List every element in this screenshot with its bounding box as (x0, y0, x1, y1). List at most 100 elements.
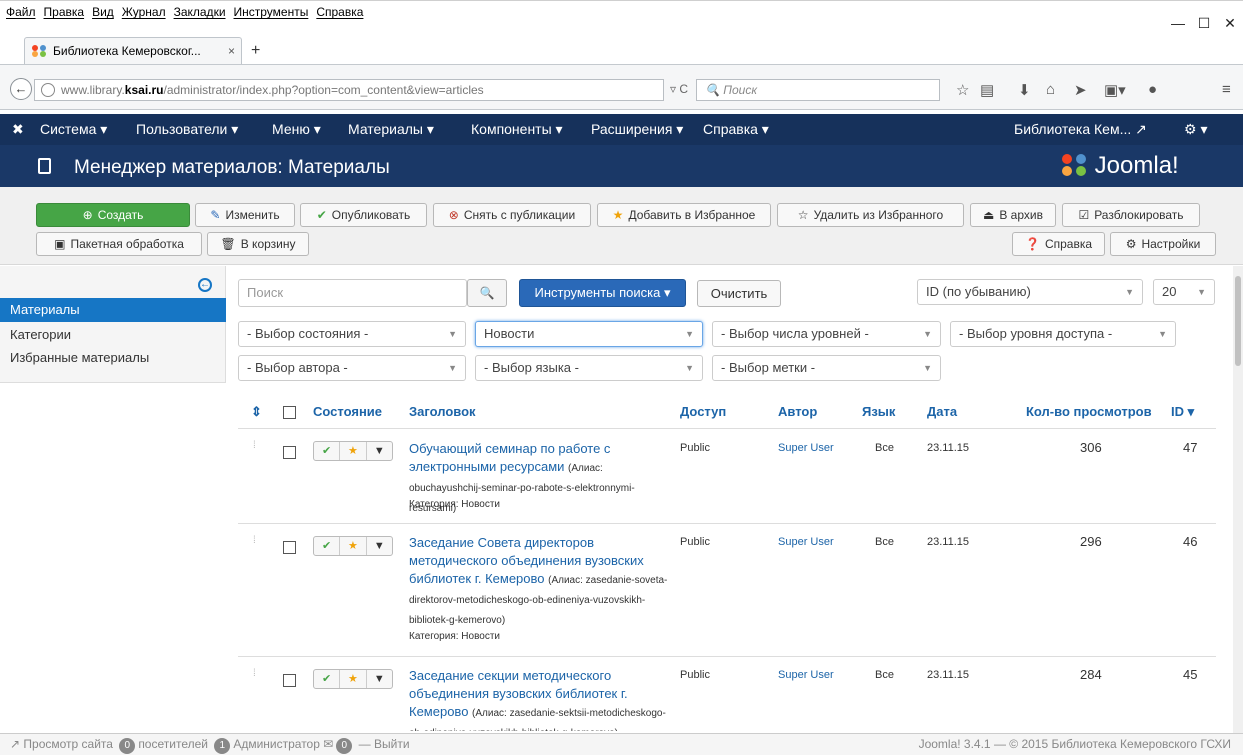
published-check-icon[interactable]: ✔ (314, 670, 341, 688)
tab-close-icon[interactable]: × (228, 44, 235, 58)
column-hits[interactable]: Кол-во просмотров (1026, 404, 1152, 419)
menu-file[interactable]: Файл (6, 5, 36, 19)
settings-gear-icon[interactable]: ⚙ ▾ (1184, 121, 1207, 138)
batch-button[interactable]: ▣ Пакетная обработка (36, 232, 202, 256)
minimize-button[interactable]: — (1168, 15, 1188, 31)
checkin-button[interactable]: ☑ Разблокировать (1062, 203, 1200, 227)
column-language[interactable]: Язык (862, 404, 895, 419)
ordering-select[interactable]: ID (по убыванию) ▼ (917, 279, 1143, 305)
featured-star-icon[interactable]: ★ (340, 670, 367, 688)
options-button[interactable]: ⚙ Настройки (1110, 232, 1216, 256)
browser-search-input[interactable]: 🔍 Поиск (696, 79, 940, 101)
column-id[interactable]: ID ▾ (1171, 404, 1194, 420)
addon-icon[interactable]: ▣▾ (1104, 81, 1126, 99)
row-checkbox[interactable] (283, 446, 296, 459)
column-author[interactable]: Автор (778, 404, 817, 419)
menu-tools[interactable]: Инструменты (234, 5, 309, 19)
menu-bookmarks[interactable]: Закладки (174, 5, 226, 19)
sidebar-item-categories[interactable]: Категории (0, 323, 226, 347)
published-check-icon[interactable]: ✔ (314, 537, 341, 555)
new-tab-button[interactable]: + (251, 42, 260, 60)
download-icon[interactable]: ⬇ (1018, 81, 1031, 99)
row-checkbox[interactable] (283, 674, 296, 687)
article-title-link[interactable]: Заседание секции методического объединен… (409, 667, 674, 731)
featured-star-icon[interactable]: ★ (340, 442, 367, 460)
author-filter[interactable]: - Выбор автора - ▼ (238, 355, 466, 381)
tag-filter[interactable]: - Выбор метки - ▼ (712, 355, 941, 381)
nav-help[interactable]: Справка ▾ (703, 121, 769, 138)
clear-button[interactable]: Очистить (697, 280, 781, 307)
menu-view[interactable]: Вид (92, 5, 114, 19)
view-site-link[interactable]: Просмотр сайта (23, 737, 113, 751)
create-label: Создать (97, 208, 144, 222)
collapse-sidebar-icon[interactable]: ← (198, 278, 212, 292)
language-filter[interactable]: - Выбор языка - ▼ (475, 355, 703, 381)
reading-list-icon[interactable]: ▤ (980, 81, 994, 99)
select-all-checkbox[interactable] (283, 406, 296, 419)
nav-components[interactable]: Компоненты ▾ (471, 121, 563, 138)
search-button[interactable]: 🔍 (467, 279, 507, 307)
help-button[interactable]: ❓ Справка (1012, 232, 1105, 256)
close-window-button[interactable]: ✕ (1220, 15, 1240, 32)
chat-icon[interactable]: ● (1148, 81, 1157, 98)
row-checkbox[interactable] (283, 541, 296, 554)
unpublish-button[interactable]: ⊗ Снять с публикации (433, 203, 591, 227)
publish-button[interactable]: ✔ Опубликовать (300, 203, 427, 227)
drag-handle-icon[interactable]: ⁞ (253, 536, 256, 551)
messages-badge[interactable]: 0 (336, 738, 353, 754)
feature-button[interactable]: ★ Добавить в Избранное (597, 203, 771, 227)
search-tools-button[interactable]: Инструменты поиска ▾ (519, 279, 686, 307)
nav-site-link[interactable]: Библиотека Кем... ↗ (1014, 121, 1147, 138)
column-access[interactable]: Доступ (680, 404, 726, 419)
limit-select[interactable]: 20 ▼ (1153, 279, 1215, 305)
row-actions-chevron-icon[interactable]: ▼ (367, 442, 392, 460)
joomla-icon[interactable]: ✖ (12, 121, 24, 138)
home-icon[interactable]: ⌂ (1046, 81, 1055, 98)
scrollbar-thumb[interactable] (1235, 276, 1241, 366)
nav-system[interactable]: Система ▾ (40, 121, 107, 138)
hamburger-menu-icon[interactable]: ≡ (1222, 81, 1231, 98)
menu-edit[interactable]: Правка (44, 5, 85, 19)
trash-button[interactable]: 🗑 В корзину (207, 232, 309, 256)
drag-handle-icon[interactable]: ⁞ (253, 441, 256, 456)
column-title[interactable]: Заголовок (409, 404, 476, 419)
sort-column-icon[interactable]: ⇕ (251, 404, 262, 420)
nav-menus[interactable]: Меню ▾ (272, 121, 321, 138)
maximize-button[interactable]: ☐ (1194, 15, 1214, 32)
reload-icon[interactable]: ▿ C (670, 82, 688, 96)
column-status[interactable]: Состояние (313, 404, 382, 419)
levels-filter[interactable]: - Выбор числа уровней - ▼ (712, 321, 941, 347)
search-input[interactable]: Поиск (238, 279, 467, 307)
bookmark-star-icon[interactable]: ☆ (956, 81, 969, 99)
url-bar[interactable]: www.library.ksai.ru/administrator/index.… (34, 79, 664, 101)
page-scrollbar[interactable] (1233, 266, 1243, 733)
sidebar-item-articles[interactable]: Материалы (0, 298, 226, 322)
drag-handle-icon[interactable]: ⁞ (253, 669, 256, 684)
nav-extensions[interactable]: Расширения ▾ (591, 121, 683, 138)
article-title-link[interactable]: Заседание Совета директоров методическог… (409, 534, 674, 630)
nav-users[interactable]: Пользователи ▾ (136, 121, 238, 138)
row-actions-chevron-icon[interactable]: ▼ (367, 670, 392, 688)
send-icon[interactable]: ➤ (1074, 81, 1087, 99)
article-author[interactable]: Super User (778, 669, 834, 681)
published-check-icon[interactable]: ✔ (314, 442, 341, 460)
unfeature-button[interactable]: ☆ Удалить из Избранного (777, 203, 964, 227)
access-filter[interactable]: - Выбор уровня доступа - ▼ (950, 321, 1176, 347)
menu-history[interactable]: Журнал (122, 5, 166, 19)
browser-tab[interactable]: Библиотека Кемеровског... × (24, 37, 242, 64)
logout-link[interactable]: Выйти (374, 737, 410, 751)
sidebar-item-featured[interactable]: Избранные материалы (0, 346, 226, 370)
state-filter[interactable]: - Выбор состояния - ▼ (238, 321, 466, 347)
menu-help[interactable]: Справка (316, 5, 363, 19)
archive-button[interactable]: ⏏ В архив (970, 203, 1056, 227)
nav-content[interactable]: Материалы ▾ (348, 121, 434, 138)
category-filter[interactable]: Новости ▼ (475, 321, 703, 347)
back-button[interactable]: ← (10, 78, 32, 100)
article-author[interactable]: Super User (778, 536, 834, 548)
article-author[interactable]: Super User (778, 442, 834, 454)
column-date[interactable]: Дата (927, 404, 957, 419)
row-actions-chevron-icon[interactable]: ▼ (367, 537, 392, 555)
featured-star-icon[interactable]: ★ (340, 537, 367, 555)
edit-button[interactable]: ✎ Изменить (195, 203, 295, 227)
create-button[interactable]: ⊕ Создать (36, 203, 190, 227)
